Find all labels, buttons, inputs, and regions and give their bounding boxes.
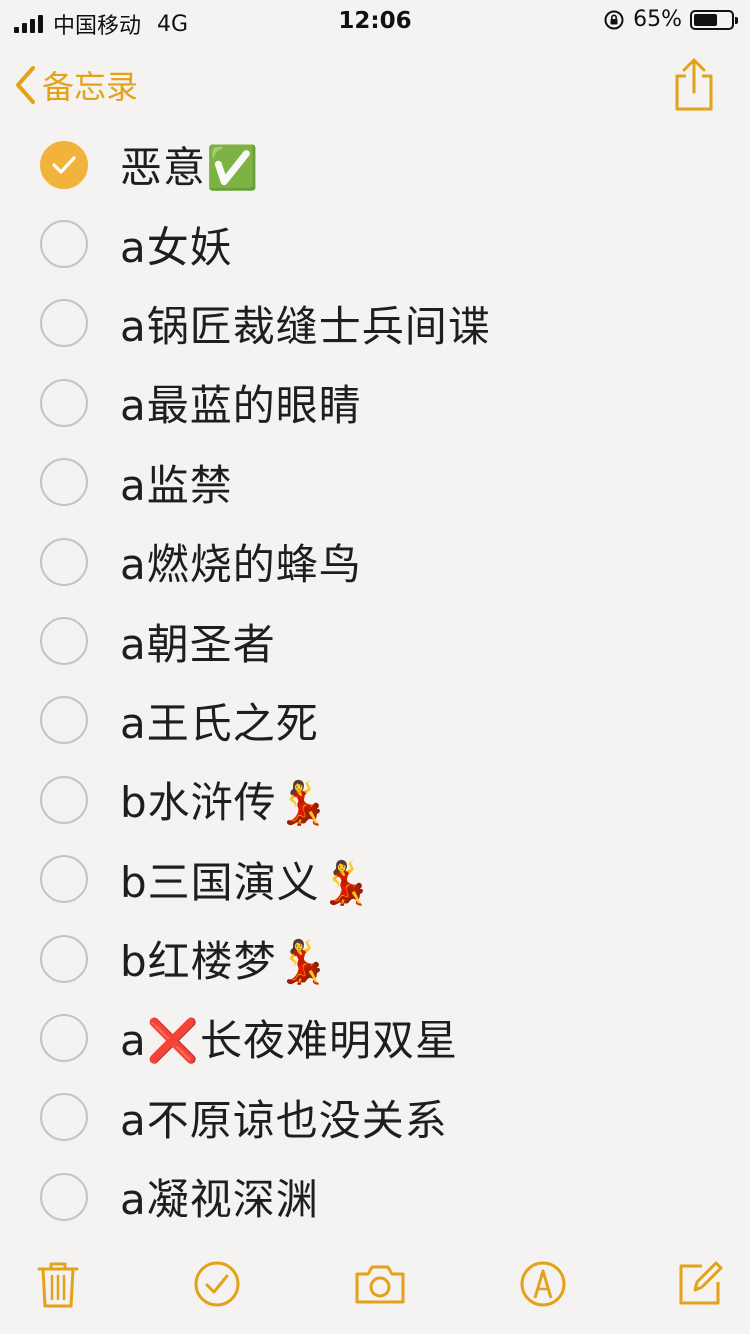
checklist-item: a监禁 (0, 443, 750, 522)
checklist-item: a最蓝的眼睛 (0, 363, 750, 442)
checkmark-circle-icon (194, 1261, 240, 1307)
checklist-item: a女妖 (0, 204, 750, 283)
battery-fill (694, 13, 717, 26)
checkbox-unchecked[interactable] (40, 775, 88, 824)
back-label: 备忘录 (42, 68, 139, 106)
checkbox-unchecked[interactable] (40, 299, 88, 348)
checklist-item: a燃烧的蜂鸟 (0, 522, 750, 601)
checklist-item: 恶意✅ (0, 125, 750, 204)
checkbox-unchecked[interactable] (40, 696, 88, 745)
checklist-item: a锅匠裁缝士兵间谍 (0, 284, 750, 363)
checkbox-unchecked[interactable] (40, 378, 88, 427)
camera-button[interactable] (350, 1254, 410, 1314)
status-right: 65% (603, 7, 738, 32)
checklist-item-text[interactable]: a女妖 (120, 214, 233, 275)
checklist-item: a王氏之死 (0, 681, 750, 760)
compose-button[interactable] (670, 1254, 730, 1314)
checklist-item-text[interactable]: a王氏之死 (120, 690, 319, 751)
checkbox-unchecked[interactable] (40, 855, 88, 904)
checklist-item-text[interactable]: a最蓝的眼睛 (120, 372, 362, 433)
checklist-item: b红楼梦💃 (0, 919, 750, 998)
checkbox-unchecked[interactable] (40, 458, 88, 507)
checklist-item: a朝圣者 (0, 601, 750, 680)
trash-icon (37, 1262, 79, 1308)
checkbox-unchecked[interactable] (40, 934, 88, 983)
checklist-button[interactable] (187, 1254, 247, 1314)
checklist-item: a凝视深渊 (0, 1157, 750, 1236)
checklist-item-text[interactable]: a凝视深渊 (120, 1166, 319, 1227)
chevron-left-icon (16, 66, 35, 104)
share-button[interactable] (672, 56, 716, 116)
status-bar: 中国移动 4G 12:06 65% (0, 0, 750, 40)
checklist-item-text[interactable]: a监禁 (120, 452, 233, 513)
bottom-toolbar (0, 1234, 750, 1334)
checklist-item: a不原谅也没关系 (0, 1078, 750, 1157)
checklist-item: b水浒传💃 (0, 760, 750, 839)
checklist-item-text[interactable]: 恶意✅ (120, 134, 259, 195)
checkbox-unchecked[interactable] (40, 617, 88, 666)
checklist-item-text[interactable]: b三国演义💃 (120, 849, 373, 910)
checkmark-icon (52, 156, 76, 174)
share-icon (675, 58, 713, 111)
checklist-item-text[interactable]: a不原谅也没关系 (120, 1087, 448, 1148)
checklist-item-text[interactable]: a朝圣者 (120, 611, 276, 672)
checklist: 恶意✅ a女妖 a锅匠裁缝士兵间谍 a最蓝的眼睛 a监禁 a燃烧的蜂鸟 a朝圣者 a王氏之死 b… (0, 125, 750, 1236)
camera-icon (355, 1265, 405, 1304)
checklist-item-text[interactable]: b红楼梦💃 (120, 928, 330, 989)
markup-button[interactable] (513, 1254, 573, 1314)
delete-button[interactable] (28, 1254, 88, 1314)
checkbox-unchecked[interactable] (40, 1172, 88, 1221)
checkbox-unchecked[interactable] (40, 537, 88, 586)
checklist-item-text[interactable]: a燃烧的蜂鸟 (120, 531, 362, 592)
checkbox-unchecked[interactable] (40, 220, 88, 269)
compose-icon (679, 1261, 723, 1305)
battery-icon (690, 9, 738, 30)
checklist-item: a❌长夜难明双星 (0, 998, 750, 1077)
nav-bar: 备忘录 (0, 50, 750, 120)
checkbox-checked[interactable] (40, 140, 88, 189)
checklist-item-text[interactable]: a❌长夜难明双星 (120, 1007, 458, 1068)
pen-tip-icon (520, 1261, 566, 1307)
battery-percent: 65% (633, 7, 682, 32)
checkbox-unchecked[interactable] (40, 1013, 88, 1062)
checklist-item-text[interactable]: a锅匠裁缝士兵间谍 (120, 293, 491, 354)
checkbox-unchecked[interactable] (40, 1093, 88, 1142)
checklist-item: b三国演义💃 (0, 840, 750, 919)
back-button[interactable]: 备忘录 (14, 62, 138, 108)
checklist-item-text[interactable]: b水浒传💃 (120, 769, 330, 830)
orientation-lock-icon (604, 10, 624, 29)
